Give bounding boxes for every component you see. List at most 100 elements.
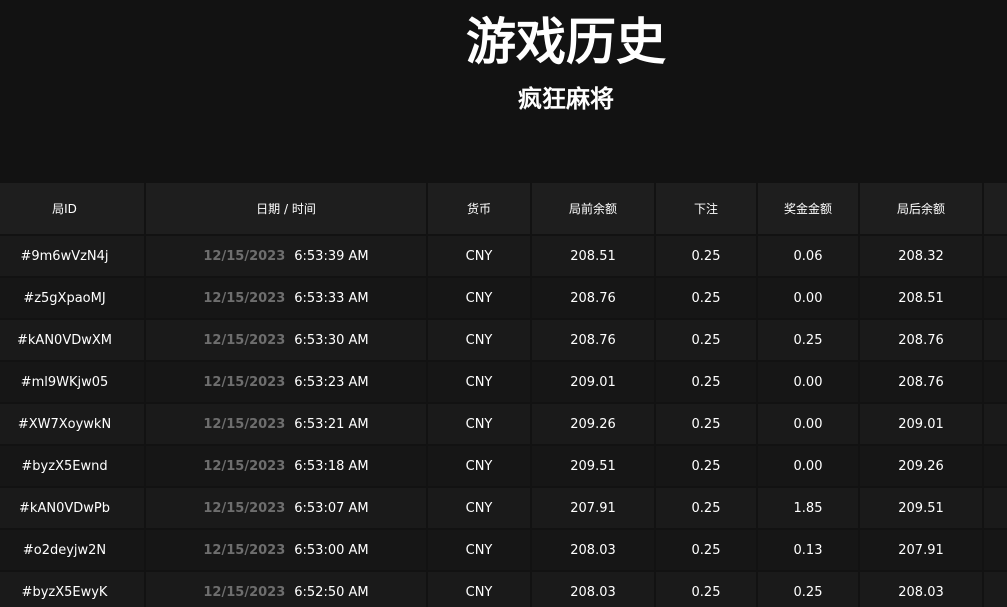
history-table: 局ID 日期 / 时间 货币 局前余额 下注 奖金金额 局后余额 #9m6wVz… bbox=[0, 183, 1007, 607]
currency-cell: CNY bbox=[427, 235, 532, 278]
table-row[interactable]: #9m6wVzN4j 12/15/2023 6:53:39 AM CNY 208.… bbox=[0, 235, 1007, 278]
date-text: 12/15/2023 bbox=[203, 542, 286, 558]
table-row[interactable]: #ml9WKjw05 12/15/2023 6:53:23 AM CNY 209.… bbox=[0, 361, 1007, 404]
extra-cell bbox=[983, 277, 1007, 320]
table-row[interactable]: #kAN0VDwPb 12/15/2023 6:53:07 AM CNY 207.… bbox=[0, 487, 1007, 530]
date-time-cell: 12/15/2023 6:53:30 AM bbox=[145, 319, 428, 362]
round-id-cell: #kAN0VDwPb bbox=[0, 487, 146, 530]
header-balance-before: 局前余额 bbox=[531, 183, 656, 236]
balance-before-cell: 208.76 bbox=[531, 277, 656, 320]
round-id-cell: #9m6wVzN4j bbox=[0, 235, 146, 278]
extra-cell bbox=[983, 487, 1007, 530]
prize-cell: 0.13 bbox=[757, 529, 860, 572]
bet-cell: 0.25 bbox=[655, 571, 758, 607]
table-row[interactable]: #kAN0VDwXM 12/15/2023 6:53:30 AM CNY 208.… bbox=[0, 319, 1007, 362]
bet-cell: 0.25 bbox=[655, 487, 758, 530]
date-text: 12/15/2023 bbox=[203, 458, 286, 474]
prize-cell: 0.00 bbox=[757, 445, 860, 488]
balance-before-cell: 209.01 bbox=[531, 361, 656, 404]
balance-before-cell: 208.03 bbox=[531, 571, 656, 607]
balance-after-cell: 208.76 bbox=[859, 361, 984, 404]
balance-before-cell: 209.26 bbox=[531, 403, 656, 446]
header-prize: 奖金金额 bbox=[757, 183, 860, 236]
table-row[interactable]: #z5gXpaoMJ 12/15/2023 6:53:33 AM CNY 208.… bbox=[0, 277, 1007, 320]
page-title: 游戏历史 bbox=[466, 13, 666, 71]
extra-cell bbox=[983, 235, 1007, 278]
header-date-time: 日期 / 时间 bbox=[145, 183, 428, 236]
date-time-cell: 12/15/2023 6:53:33 AM bbox=[145, 277, 428, 320]
date-text: 12/15/2023 bbox=[203, 248, 286, 264]
table-row[interactable]: #byzX5EwyK 12/15/2023 6:52:50 AM CNY 208.… bbox=[0, 571, 1007, 607]
currency-cell: CNY bbox=[427, 529, 532, 572]
date-time-cell: 12/15/2023 6:53:21 AM bbox=[145, 403, 428, 446]
currency-cell: CNY bbox=[427, 571, 532, 607]
history-table-container[interactable]: 局ID 日期 / 时间 货币 局前余额 下注 奖金金额 局后余额 #9m6wVz… bbox=[0, 183, 1007, 607]
balance-after-cell: 208.03 bbox=[859, 571, 984, 607]
extra-cell bbox=[983, 403, 1007, 446]
balance-before-cell: 208.76 bbox=[531, 319, 656, 362]
date-time-cell: 12/15/2023 6:53:18 AM bbox=[145, 445, 428, 488]
game-name-subtitle: 疯狂麻将 bbox=[518, 85, 614, 113]
round-id-cell: #z5gXpaoMJ bbox=[0, 277, 146, 320]
prize-cell: 0.25 bbox=[757, 319, 860, 362]
date-text: 12/15/2023 bbox=[203, 416, 286, 432]
round-id-cell: #o2deyjw2N bbox=[0, 529, 146, 572]
balance-before-cell: 208.03 bbox=[531, 529, 656, 572]
time-text: 6:53:18 AM bbox=[294, 458, 369, 474]
table-row[interactable]: #XW7XoywkN 12/15/2023 6:53:21 AM CNY 209.… bbox=[0, 403, 1007, 446]
currency-cell: CNY bbox=[427, 403, 532, 446]
header-extra bbox=[983, 183, 1007, 236]
bet-cell: 0.25 bbox=[655, 403, 758, 446]
balance-after-cell: 207.91 bbox=[859, 529, 984, 572]
time-text: 6:53:07 AM bbox=[294, 500, 369, 516]
balance-after-cell: 208.76 bbox=[859, 319, 984, 362]
table-row[interactable]: #byzX5Ewnd 12/15/2023 6:53:18 AM CNY 209.… bbox=[0, 445, 1007, 488]
date-text: 12/15/2023 bbox=[203, 374, 286, 390]
currency-cell: CNY bbox=[427, 487, 532, 530]
date-time-cell: 12/15/2023 6:53:00 AM bbox=[145, 529, 428, 572]
balance-after-cell: 209.51 bbox=[859, 487, 984, 530]
balance-after-cell: 209.01 bbox=[859, 403, 984, 446]
time-text: 6:53:39 AM bbox=[294, 248, 369, 264]
round-id-cell: #kAN0VDwXM bbox=[0, 319, 146, 362]
extra-cell bbox=[983, 571, 1007, 607]
prize-cell: 0.00 bbox=[757, 403, 860, 446]
header-balance-after: 局后余额 bbox=[859, 183, 984, 236]
time-text: 6:53:23 AM bbox=[294, 374, 369, 390]
header-round-id: 局ID bbox=[0, 183, 146, 236]
round-id-cell: #XW7XoywkN bbox=[0, 403, 146, 446]
time-text: 6:52:50 AM bbox=[294, 584, 369, 600]
round-id-cell: #ml9WKjw05 bbox=[0, 361, 146, 404]
bet-cell: 0.25 bbox=[655, 235, 758, 278]
prize-cell: 0.00 bbox=[757, 361, 860, 404]
bet-cell: 0.25 bbox=[655, 319, 758, 362]
balance-after-cell: 209.26 bbox=[859, 445, 984, 488]
prize-cell: 0.06 bbox=[757, 235, 860, 278]
time-text: 6:53:33 AM bbox=[294, 290, 369, 306]
time-text: 6:53:21 AM bbox=[294, 416, 369, 432]
date-text: 12/15/2023 bbox=[203, 500, 286, 516]
table-header-row: 局ID 日期 / 时间 货币 局前余额 下注 奖金金额 局后余额 bbox=[0, 183, 1007, 236]
currency-cell: CNY bbox=[427, 319, 532, 362]
currency-cell: CNY bbox=[427, 277, 532, 320]
currency-cell: CNY bbox=[427, 361, 532, 404]
extra-cell bbox=[983, 445, 1007, 488]
balance-after-cell: 208.51 bbox=[859, 277, 984, 320]
prize-cell: 0.25 bbox=[757, 571, 860, 607]
bet-cell: 0.25 bbox=[655, 361, 758, 404]
currency-cell: CNY bbox=[427, 445, 532, 488]
game-history-page: 游戏历史 疯狂麻将 局ID 日期 / 时间 货币 局前余额 下注 奖金金额 局后… bbox=[0, 0, 1007, 607]
header: 游戏历史 疯狂麻将 bbox=[0, 0, 1007, 183]
time-text: 6:53:00 AM bbox=[294, 542, 369, 558]
bet-cell: 0.25 bbox=[655, 529, 758, 572]
bet-cell: 0.25 bbox=[655, 277, 758, 320]
balance-before-cell: 208.51 bbox=[531, 235, 656, 278]
table-row[interactable]: #o2deyjw2N 12/15/2023 6:53:00 AM CNY 208.… bbox=[0, 529, 1007, 572]
round-id-cell: #byzX5Ewnd bbox=[0, 445, 146, 488]
date-time-cell: 12/15/2023 6:52:50 AM bbox=[145, 571, 428, 607]
date-time-cell: 12/15/2023 6:53:07 AM bbox=[145, 487, 428, 530]
prize-cell: 0.00 bbox=[757, 277, 860, 320]
extra-cell bbox=[983, 361, 1007, 404]
time-text: 6:53:30 AM bbox=[294, 332, 369, 348]
date-time-cell: 12/15/2023 6:53:23 AM bbox=[145, 361, 428, 404]
